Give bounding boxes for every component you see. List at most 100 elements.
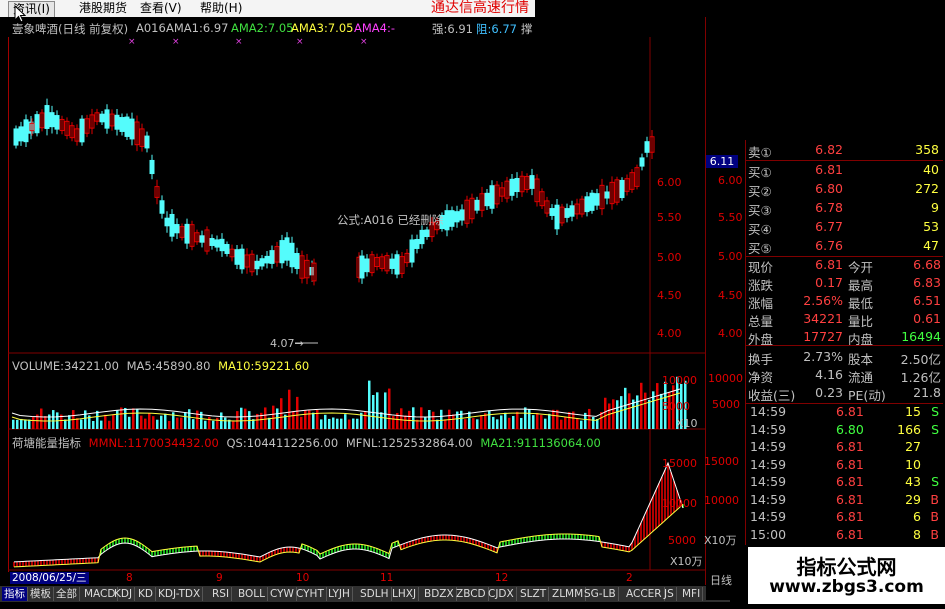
buy-price: 6.78 (815, 200, 843, 215)
stat-value-2: 1.26亿 (900, 370, 941, 385)
volume-bar (292, 411, 295, 429)
candle-body (114, 114, 120, 130)
tab-zbcd[interactable]: ZBCD (454, 587, 489, 601)
candle-body (594, 193, 600, 206)
trade-qty: 10 (905, 456, 921, 472)
menu-help[interactable]: 帮助(H) (196, 1, 246, 16)
tab-kdj-tdx[interactable]: KDJ-TDX (156, 587, 204, 601)
volume-bar (328, 418, 331, 429)
trade-price: 6.81 (836, 456, 864, 472)
trade-row: 14:59 6.80 166 S (748, 422, 943, 439)
candle-body (264, 255, 270, 264)
volume-bar (548, 413, 551, 429)
volume-bar (236, 411, 239, 429)
volume-bar (300, 416, 303, 429)
volume-bar (368, 380, 371, 429)
volume-bar (348, 419, 351, 429)
trade-time: 14:59 (750, 439, 787, 454)
tab-cyw[interactable]: CYW (268, 587, 297, 601)
trade-price: 6.81 (836, 526, 864, 542)
trade-qty: 29 (905, 491, 921, 507)
volume-bar (272, 405, 275, 429)
energy-line-white (13, 461, 684, 563)
volume-bar (208, 416, 211, 429)
energy-axis-unit: X10万 (670, 555, 703, 568)
energy-line-yellow (13, 503, 684, 568)
volume-bar (592, 416, 595, 429)
stat-row: 换手 2.73% 股本 2.50亿 (748, 349, 943, 367)
buy-label: 买③ (748, 203, 772, 218)
volume-bar (576, 418, 579, 429)
trade-price: 6.81 (836, 491, 864, 507)
tab-全部[interactable]: 全部 (54, 587, 80, 601)
tab-bdzx[interactable]: BDZX (422, 587, 457, 601)
tab-js[interactable]: JS (662, 587, 677, 601)
volume-bar (32, 416, 35, 429)
chart-area[interactable]: 壹象啤酒(日线 前复权) A016 AMA1:6.97 AMA2:7.05 AM… (0, 17, 706, 585)
tab-boll[interactable]: BOLL (236, 587, 268, 601)
stat-row: 收益(三) 0.23 PE(动) 21.8 (748, 385, 943, 403)
sell-price: 6.82 (815, 142, 843, 157)
candle-body (54, 115, 60, 130)
volume-bar (404, 415, 407, 429)
tab-lhxj[interactable]: LHXJ (390, 587, 420, 601)
tab-kdj[interactable]: KDJ (112, 587, 136, 601)
stat-row: 外盘 17727 内盘 16494 (748, 329, 943, 347)
stat-value-2: 6.83 (913, 275, 941, 290)
volume-bar (152, 416, 155, 429)
trade-price: 6.80 (836, 421, 864, 437)
tab-kd[interactable]: KD (136, 587, 156, 601)
candle-body (289, 242, 295, 268)
energy-ma21: MA21:911136064.00 (480, 436, 601, 450)
stat-value-2: 16494 (901, 329, 941, 344)
tab-rsi[interactable]: RSI (210, 587, 233, 601)
candle-body (444, 210, 450, 231)
volume-bar (288, 389, 291, 429)
trade-time: 14:59 (750, 474, 787, 489)
volume-bar (428, 409, 431, 429)
candle-body (199, 235, 205, 243)
buy-volume: 53 (923, 219, 939, 234)
right-period-label: 日线 (710, 574, 732, 587)
tab-模板[interactable]: 模板 (28, 587, 54, 601)
tab-zlmm[interactable]: ZLMM (550, 587, 587, 601)
trade-side: S (931, 421, 939, 437)
candle-body (219, 238, 225, 252)
energy-mfnl: MFNL:1252532864.00 (345, 436, 473, 450)
tab-sdlh[interactable]: SDLH (358, 587, 392, 601)
price-axis-tick: 4.50 (657, 289, 682, 302)
menu-hk-futures[interactable]: 港股期货 (75, 1, 131, 16)
trade-time: 14:59 (750, 456, 787, 472)
right-volume-tick: 10000 (708, 372, 743, 385)
trade-row: 14:59 6.81 15 S (748, 404, 943, 421)
stat-label: 涨幅 (748, 296, 774, 311)
tab-mfi[interactable]: MFI (680, 587, 704, 601)
volume-bar (264, 407, 267, 429)
tab-lyjh[interactable]: LYJH (326, 587, 353, 601)
trade-qty: 166 (897, 421, 921, 437)
volume-bar (512, 416, 515, 429)
candle-body (569, 205, 575, 217)
price-axis-tick: 4.00 (657, 327, 682, 340)
tab-指标[interactable]: 指标 (2, 587, 28, 601)
buy-row: 买② 6.80 272 (748, 181, 943, 199)
tab-cjdx[interactable]: CJDX (486, 587, 517, 601)
tab-sg-lb[interactable]: SG-LB (582, 587, 619, 601)
volume-bar (500, 415, 503, 429)
trade-row: 15:00 6.81 8 B (748, 527, 943, 544)
volume-bar (616, 400, 619, 429)
volume-bar (440, 409, 443, 429)
promo-link[interactable]: 通达信高速行情 (431, 0, 529, 17)
trade-row: 14:59 6.81 6 B (748, 509, 943, 526)
stat-value: 0.17 (815, 275, 843, 290)
tab-cyht[interactable]: CYHT (294, 587, 327, 601)
panel-divider (745, 140, 746, 545)
stat-value-2: 6.68 (913, 257, 941, 272)
candle-body (184, 223, 190, 244)
stat-label-2: 最高 (848, 278, 874, 293)
volume-bar (52, 410, 55, 429)
tab-accer[interactable]: ACCER (624, 587, 665, 601)
menu-view[interactable]: 查看(V) (136, 1, 186, 16)
tab-slzt[interactable]: SLZT (518, 587, 550, 601)
chart-canvas (8, 37, 705, 571)
